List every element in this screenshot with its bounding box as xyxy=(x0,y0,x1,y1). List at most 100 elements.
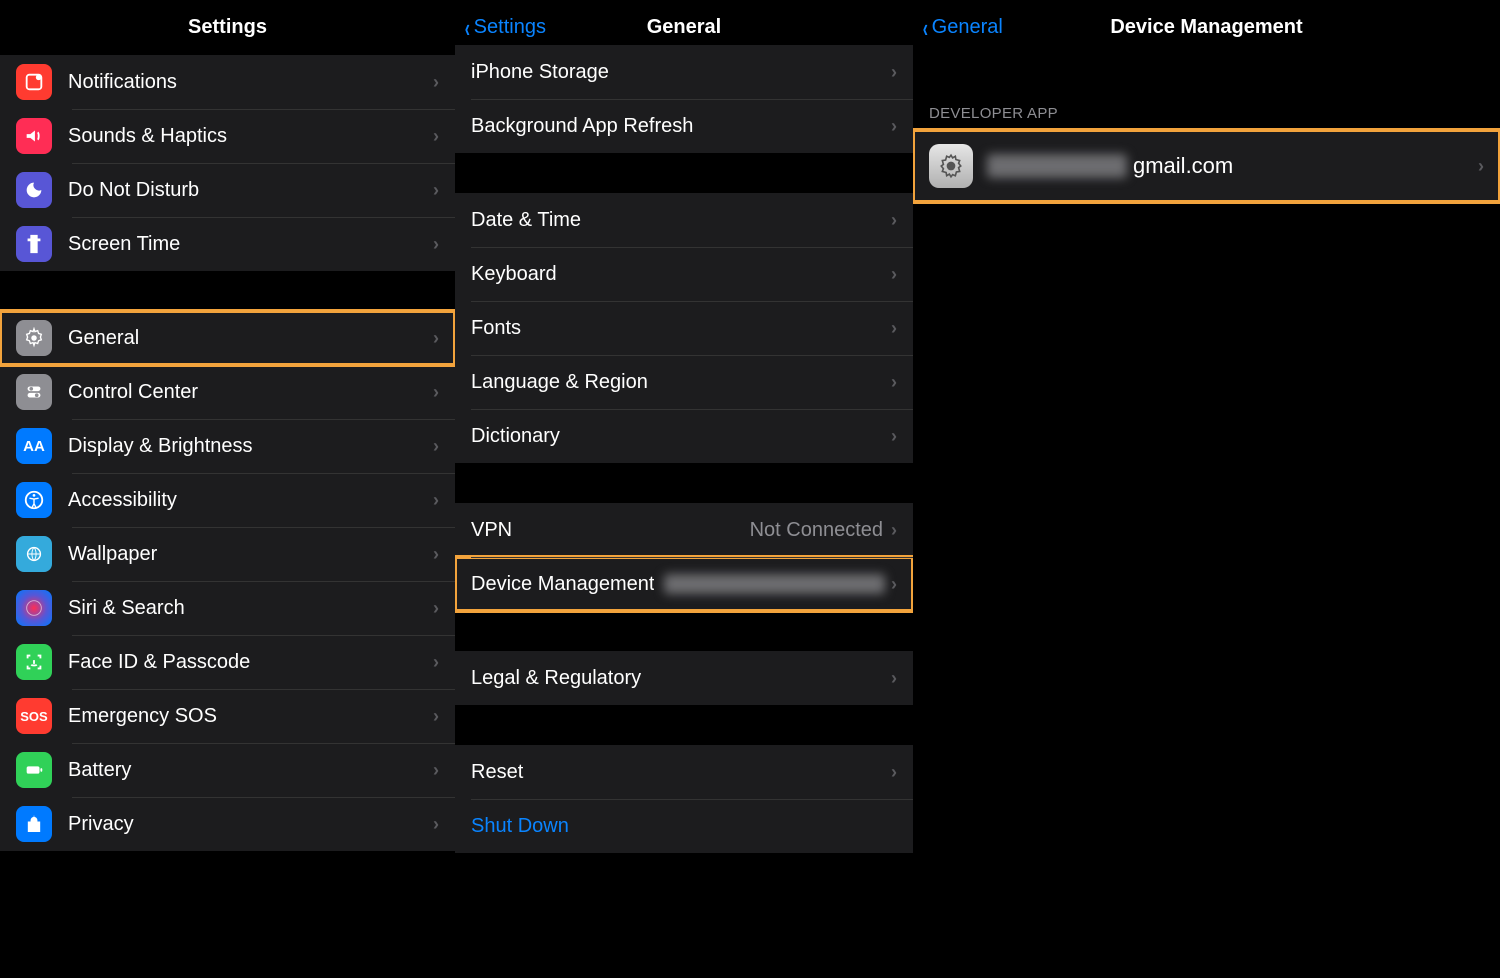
general-group-e: Reset › Shut Down xyxy=(455,745,913,853)
sos-icon: SOS xyxy=(16,698,52,734)
chevron-right-icon: › xyxy=(433,490,439,511)
settings-row-wallpaper[interactable]: Wallpaper › xyxy=(0,527,455,581)
chevron-left-icon: ‹ xyxy=(923,15,928,41)
settings-row-screentime[interactable]: Screen Time › xyxy=(0,217,455,271)
device-management-panel: ‹ General Device Management Developer Ap… xyxy=(913,0,1500,978)
chevron-right-icon: › xyxy=(891,318,897,339)
general-row-language[interactable]: Language & Region › xyxy=(455,355,913,409)
group-spacer xyxy=(455,705,913,745)
chevron-left-icon: ‹ xyxy=(465,15,470,41)
chevron-right-icon: › xyxy=(433,760,439,781)
general-row-fonts[interactable]: Fonts › xyxy=(455,301,913,355)
chevron-right-icon: › xyxy=(891,62,897,83)
settings-panel: Settings Notifications › Sounds & Haptic… xyxy=(0,0,455,978)
sounds-icon xyxy=(16,118,52,154)
general-row-keyboard[interactable]: Keyboard › xyxy=(455,247,913,301)
chevron-right-icon: › xyxy=(433,706,439,727)
row-label: Emergency SOS xyxy=(68,705,433,728)
general-row-storage[interactable]: iPhone Storage › xyxy=(455,45,913,99)
dm-title: Device Management xyxy=(1110,16,1302,39)
developer-app-row[interactable]: gmail.com › xyxy=(913,130,1500,202)
chevron-right-icon: › xyxy=(433,652,439,673)
chevron-right-icon: › xyxy=(433,598,439,619)
row-label: General xyxy=(68,327,433,350)
row-label: Sounds & Haptics xyxy=(68,125,433,148)
row-label: Background App Refresh xyxy=(471,115,891,138)
back-to-general-button[interactable]: ‹ General xyxy=(921,15,1003,41)
settings-row-dnd[interactable]: Do Not Disturb › xyxy=(0,163,455,217)
general-row-device-management[interactable]: Device Management › xyxy=(455,557,913,611)
general-row-dictionary[interactable]: Dictionary › xyxy=(455,409,913,463)
chevron-right-icon: › xyxy=(433,436,439,457)
group-spacer xyxy=(455,611,913,651)
row-label: Reset xyxy=(471,761,891,784)
row-value: Not Connected xyxy=(750,519,883,542)
chevron-right-icon: › xyxy=(433,72,439,93)
aa-icon: AA xyxy=(23,438,45,455)
settings-row-sos[interactable]: SOS Emergency SOS › xyxy=(0,689,455,743)
notifications-icon xyxy=(16,64,52,100)
row-label: Fonts xyxy=(471,317,891,340)
chevron-right-icon: › xyxy=(891,372,897,393)
chevron-right-icon: › xyxy=(1478,156,1484,177)
settings-row-battery[interactable]: Battery › xyxy=(0,743,455,797)
general-group-c: VPN Not Connected › Device Management › xyxy=(455,503,913,611)
chevron-right-icon: › xyxy=(891,574,897,595)
blurred-email-prefix xyxy=(987,154,1127,178)
general-row-shutdown[interactable]: Shut Down xyxy=(455,799,913,853)
row-label: Face ID & Passcode xyxy=(68,651,433,674)
settings-row-notifications[interactable]: Notifications › xyxy=(0,55,455,109)
row-label: Accessibility xyxy=(68,489,433,512)
general-panel: ‹ Settings General iPhone Storage › Back… xyxy=(455,0,913,978)
row-label: VPN xyxy=(471,519,750,542)
row-label: Control Center xyxy=(68,381,433,404)
settings-row-general[interactable]: General › xyxy=(0,311,455,365)
general-group-b: Date & Time › Keyboard › Fonts › Languag… xyxy=(455,193,913,463)
settings-row-sounds[interactable]: Sounds & Haptics › xyxy=(0,109,455,163)
chevron-right-icon: › xyxy=(891,520,897,541)
chevron-right-icon: › xyxy=(891,426,897,447)
accessibility-icon xyxy=(16,482,52,518)
general-row-legal[interactable]: Legal & Regulatory › xyxy=(455,651,913,705)
row-label: Privacy xyxy=(68,813,433,836)
row-label: Device Management xyxy=(471,573,654,596)
settings-row-display[interactable]: AA Display & Brightness › xyxy=(0,419,455,473)
back-label: Settings xyxy=(474,16,546,39)
row-label: Wallpaper xyxy=(68,543,433,566)
settings-row-privacy[interactable]: Privacy › xyxy=(0,797,455,851)
general-row-bgrefresh[interactable]: Background App Refresh › xyxy=(455,99,913,153)
chevron-right-icon: › xyxy=(433,234,439,255)
chevron-right-icon: › xyxy=(891,264,897,285)
general-title: General xyxy=(647,16,721,39)
row-label: Screen Time xyxy=(68,233,433,256)
general-row-reset[interactable]: Reset › xyxy=(455,745,913,799)
general-group-a: iPhone Storage › Background App Refresh … xyxy=(455,45,913,153)
dnd-icon xyxy=(16,172,52,208)
settings-row-siri[interactable]: Siri & Search › xyxy=(0,581,455,635)
group-spacer xyxy=(0,271,455,311)
settings-header: Settings xyxy=(0,0,455,55)
dm-group: gmail.com › xyxy=(913,130,1500,202)
wallpaper-icon xyxy=(16,536,52,572)
back-label: General xyxy=(932,16,1003,39)
group-spacer xyxy=(455,153,913,193)
settings-row-faceid[interactable]: Face ID & Passcode › xyxy=(0,635,455,689)
settings-title: Settings xyxy=(188,16,267,39)
dm-header: ‹ General Device Management xyxy=(913,0,1500,55)
back-to-settings-button[interactable]: ‹ Settings xyxy=(463,15,546,41)
settings-row-control-center[interactable]: Control Center › xyxy=(0,365,455,419)
row-label: iPhone Storage xyxy=(471,61,891,84)
faceid-icon xyxy=(16,644,52,680)
general-row-datetime[interactable]: Date & Time › xyxy=(455,193,913,247)
row-label: Shut Down xyxy=(471,815,897,838)
settings-row-accessibility[interactable]: Accessibility › xyxy=(0,473,455,527)
settings-group-b: General › Control Center › AA Display & … xyxy=(0,311,455,851)
sos-text-icon: SOS xyxy=(20,709,47,724)
screentime-icon xyxy=(16,226,52,262)
general-row-vpn[interactable]: VPN Not Connected › xyxy=(455,503,913,557)
settings-group-a: Notifications › Sounds & Haptics › Do No… xyxy=(0,55,455,271)
row-label: Dictionary xyxy=(471,425,891,448)
general-group-d: Legal & Regulatory › xyxy=(455,651,913,705)
privacy-icon xyxy=(16,806,52,842)
siri-icon xyxy=(16,590,52,626)
